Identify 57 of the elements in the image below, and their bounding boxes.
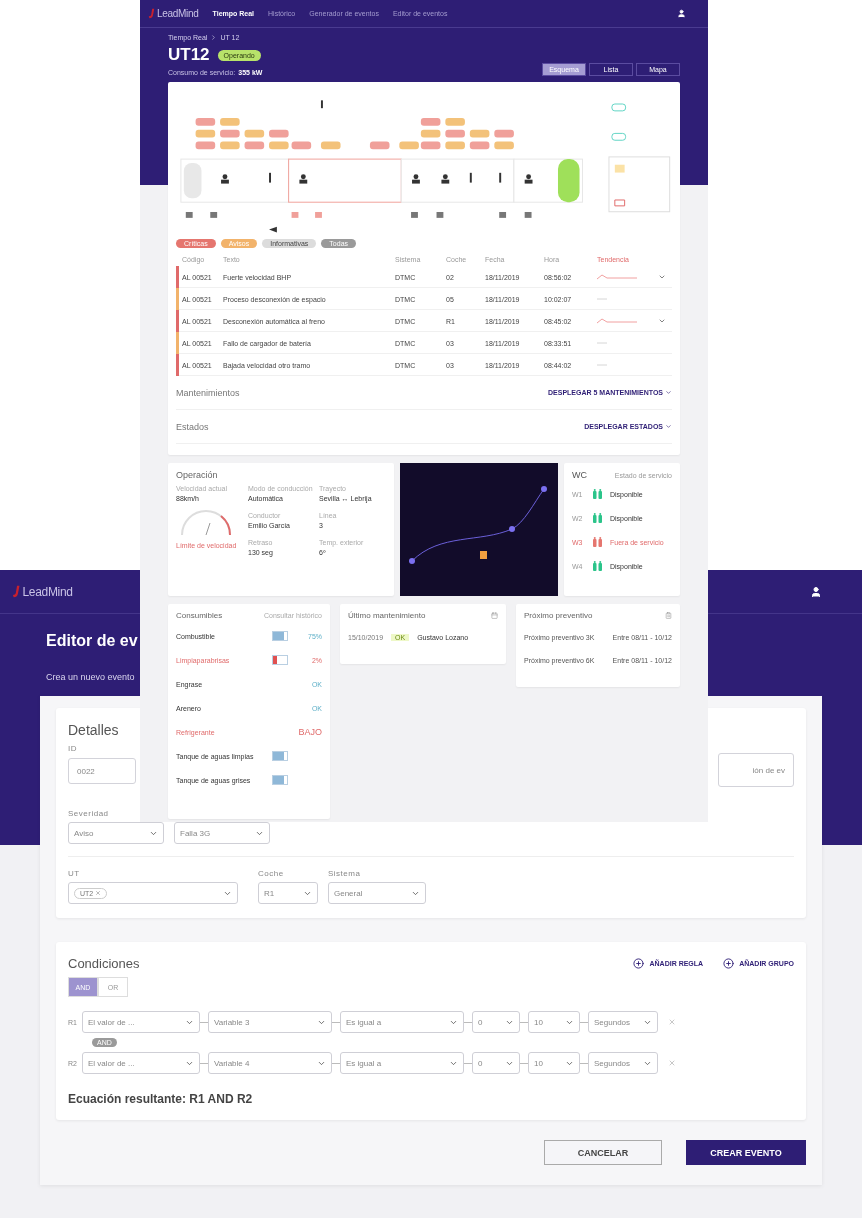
rule-select[interactable]: 0	[472, 1011, 520, 1033]
create-button[interactable]: CREAR EVENTO	[686, 1140, 806, 1165]
remove-icon[interactable]	[95, 890, 102, 896]
field-label: Severidad	[68, 809, 109, 818]
page-subtitle: Crea un nuevo evento	[46, 672, 135, 682]
field-label: Sistema	[328, 869, 361, 878]
car-select[interactable]: R1	[258, 882, 318, 904]
rule-select[interactable]: El valor de ...	[82, 1011, 200, 1033]
plus-circle-icon	[633, 958, 645, 969]
card-title: Próximo preventivo	[524, 611, 593, 620]
consumable-value: BAJO	[297, 727, 322, 737]
logo-mark-icon	[12, 584, 21, 599]
page-title: Editor de ev	[46, 632, 138, 650]
field-label: Coche	[258, 869, 284, 878]
field-label: ID	[68, 744, 77, 753]
chevron-right-icon	[210, 34, 218, 41]
unit-title: UT12	[168, 45, 210, 65]
rule-select[interactable]: El valor de ...	[82, 1052, 200, 1074]
system-select[interactable]: General	[328, 882, 426, 904]
description-field[interactable]: ión de ev	[718, 753, 794, 787]
field-label: UT	[68, 869, 80, 878]
rule-select[interactable]: Es igual a	[340, 1011, 464, 1033]
rule-select[interactable]: 0	[472, 1052, 520, 1074]
section-title: Condiciones	[68, 956, 140, 971]
cancel-button[interactable]: CANCELAR	[544, 1140, 662, 1165]
section-title: Detalles	[68, 722, 119, 738]
card-title: Último mantenimiento	[348, 611, 426, 620]
equation-text: Ecuación resultante: R1 AND R2	[68, 1092, 253, 1106]
chevron-icon	[665, 423, 672, 430]
rule-select[interactable]: Variable 3	[208, 1011, 332, 1033]
card-title: WC	[572, 470, 587, 480]
section-title: Estados	[176, 421, 209, 432]
rule-select[interactable]: Es igual a	[340, 1052, 464, 1074]
chevron-icon[interactable]	[658, 317, 666, 325]
calendar-icon[interactable]	[491, 612, 498, 619]
id-field[interactable]: 0022	[68, 758, 136, 784]
chevron-icon[interactable]	[658, 273, 666, 281]
close-icon[interactable]	[668, 1059, 676, 1067]
user-icon[interactable]	[677, 9, 686, 18]
card-title: Operación	[176, 470, 218, 480]
plus-circle-icon	[723, 958, 735, 969]
rule-select[interactable]: 10	[528, 1011, 580, 1033]
user-icon[interactable]	[810, 585, 822, 598]
section-title: Mantenimientos	[176, 387, 240, 398]
list-icon[interactable]	[665, 612, 672, 619]
rule-select[interactable]: Segundos	[588, 1052, 658, 1074]
rule-select[interactable]: Segundos	[588, 1011, 658, 1033]
logo-text: LeadMind	[157, 8, 199, 19]
close-icon[interactable]	[668, 1018, 676, 1026]
severity-select[interactable]: Aviso	[68, 822, 164, 844]
logo-text: LeadMind	[22, 584, 73, 599]
logo-mark-icon	[148, 8, 155, 19]
type-select[interactable]: Falla 3G	[174, 822, 270, 844]
rule-select[interactable]: Variable 4	[208, 1052, 332, 1074]
chevron-icon	[665, 389, 672, 396]
rule-select[interactable]: 10	[528, 1052, 580, 1074]
card-title: Consumibles	[176, 611, 223, 620]
